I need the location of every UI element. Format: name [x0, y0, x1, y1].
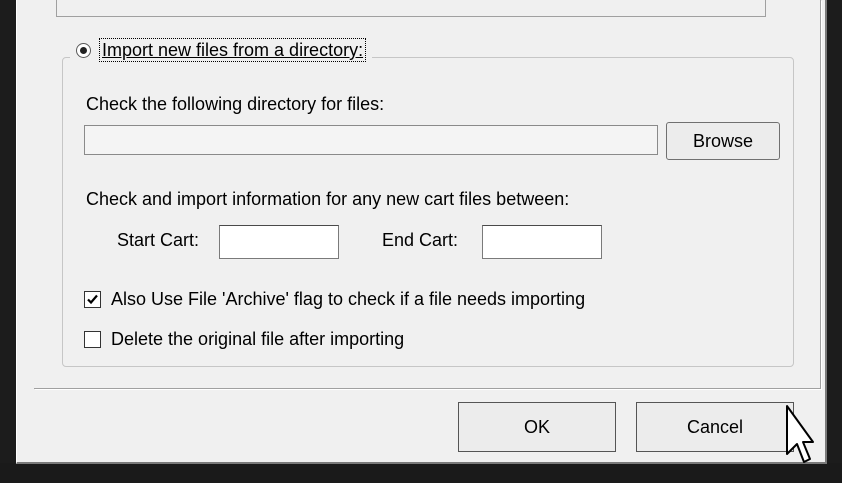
- directory-path-input[interactable]: [84, 125, 658, 155]
- start-cart-label: Start Cart:: [117, 230, 200, 250]
- checkbox-checked-icon[interactable]: [84, 290, 101, 308]
- ok-button[interactable]: OK: [458, 402, 616, 452]
- desktop-edge-right: [826, 0, 842, 483]
- desktop-edge-bottom: [0, 463, 842, 483]
- delete-original-label: Delete the original file after importing: [111, 329, 405, 349]
- start-cart-input[interactable]: [219, 225, 339, 259]
- cancel-button[interactable]: Cancel: [636, 402, 794, 452]
- import-directory-radio-label[interactable]: Import new files from a directory:: [99, 38, 367, 62]
- import-directory-radio-option[interactable]: Import new files from a directory:: [70, 36, 373, 64]
- directory-label: Check the following directory for files:: [86, 94, 385, 114]
- cart-range-label: Check and import information for any new…: [86, 189, 570, 209]
- checkbox-unchecked-icon[interactable]: [84, 330, 101, 348]
- previous-group-box-bottom: [56, 0, 766, 17]
- browse-button[interactable]: Browse: [666, 122, 780, 160]
- radio-selected-icon[interactable]: [76, 42, 91, 58]
- end-cart-label: End Cart:: [382, 230, 459, 250]
- archive-flag-label: Also Use File 'Archive' flag to check if…: [111, 289, 586, 309]
- end-cart-input[interactable]: [482, 225, 602, 259]
- mouse-pointer-icon: [786, 405, 814, 463]
- desktop-edge-left: [0, 0, 16, 483]
- archive-flag-option[interactable]: Also Use File 'Archive' flag to check if…: [84, 288, 585, 310]
- delete-original-option[interactable]: Delete the original file after importing: [84, 328, 404, 350]
